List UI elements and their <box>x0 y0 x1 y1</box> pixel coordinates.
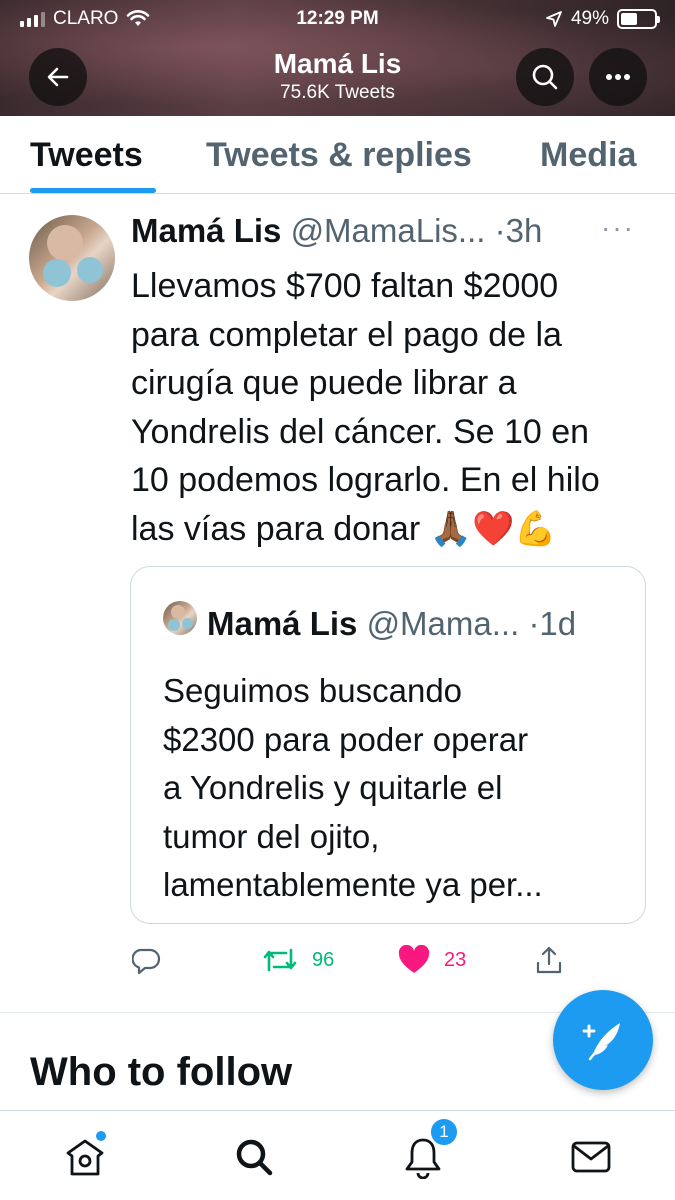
battery-percent: 49% <box>570 8 609 29</box>
retweet-count: 96 <box>312 948 335 971</box>
tweet-author-handle[interactable]: @MamaLis... <box>291 212 486 249</box>
quoted-avatar <box>163 601 197 635</box>
tab-media[interactable]: Media <box>540 136 636 175</box>
nav-notifications[interactable]: 1 <box>399 1117 459 1181</box>
tweet-more-icon[interactable]: ··· <box>601 212 635 244</box>
tweet-author-name[interactable]: Mamá Lis <box>131 212 281 249</box>
tweet-timestamp: ·3h <box>494 212 543 249</box>
profile-tabs: Tweets Tweets & replies Media <box>0 116 675 194</box>
more-button[interactable] <box>589 48 647 106</box>
notification-badge: 1 <box>429 1117 459 1147</box>
share-button[interactable] <box>534 945 564 975</box>
nav-messages[interactable] <box>567 1133 615 1181</box>
nav-search[interactable] <box>230 1133 278 1181</box>
battery-icon <box>617 9 660 29</box>
home-icon <box>66 1139 104 1176</box>
quoted-tweet-text: Seguimos buscando $2300 para poder opera… <box>163 672 543 903</box>
quoted-tweet[interactable]: Mamá Lis @Mama... ·1d Seguimos buscando … <box>130 566 646 924</box>
retweet-button[interactable]: 96 <box>262 945 334 975</box>
messages-icon <box>571 1141 611 1173</box>
like-button[interactable]: 23 <box>398 945 466 975</box>
tab-tweets-and-replies[interactable]: Tweets & replies <box>206 136 472 175</box>
heart-icon <box>398 945 430 973</box>
share-icon <box>536 946 562 974</box>
more-icon <box>606 74 630 80</box>
profile-header: CLARO 12:29 PM 49% Mamá Lis 75.6K Tweets <box>0 0 675 116</box>
compose-tweet-button[interactable] <box>553 990 653 1090</box>
search-icon <box>236 1139 273 1176</box>
status-bar: CLARO 12:29 PM 49% <box>0 0 675 38</box>
nav-home[interactable] <box>61 1131 109 1181</box>
home-new-dot <box>96 1131 106 1141</box>
retweet-icon <box>263 948 297 972</box>
who-to-follow-heading: Who to follow <box>30 1050 293 1094</box>
search-button[interactable] <box>516 48 574 106</box>
active-tab-indicator <box>30 188 156 193</box>
tweet-actions: 96 23 <box>0 945 675 981</box>
avatar[interactable] <box>29 215 115 301</box>
tweet-text: Llevamos $700 faltan $2000 para completa… <box>131 267 600 548</box>
reply-icon <box>132 948 161 975</box>
search-icon <box>532 64 558 90</box>
quoted-author-name: Mamá Lis <box>207 605 358 642</box>
quoted-tweet-header: Mamá Lis @Mama... ·1d <box>207 605 576 643</box>
like-count: 23 <box>444 948 467 971</box>
tweet-header: Mamá Lis @MamaLis... ·3h <box>131 212 542 250</box>
tab-tweets[interactable]: Tweets <box>30 136 143 175</box>
reply-button[interactable] <box>132 945 162 975</box>
tweet-count: 75.6K Tweets <box>280 82 395 103</box>
bottom-navigation: 1 <box>0 1110 675 1200</box>
quoted-author-handle: @Mama... <box>366 605 520 642</box>
location-arrow-icon <box>546 11 562 27</box>
quoted-timestamp: ·1d <box>528 605 577 642</box>
compose-tweet-icon <box>582 1023 620 1061</box>
